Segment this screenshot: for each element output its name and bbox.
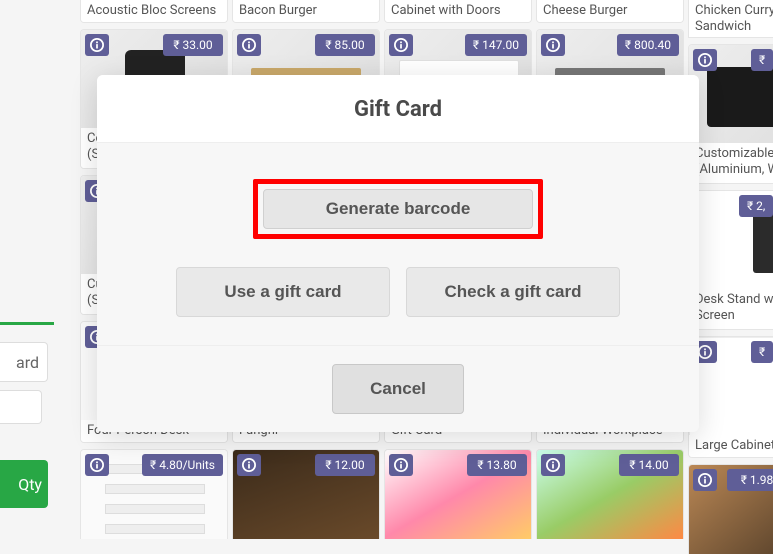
check-gift-card-button[interactable]: Check a gift card: [406, 267, 620, 317]
modal-button-row: Use a gift card Check a gift card: [137, 267, 659, 317]
modal-footer: Cancel: [97, 346, 699, 432]
gift-card-modal: Gift Card Generate barcode Use a gift ca…: [97, 75, 699, 432]
generate-barcode-button[interactable]: Generate barcode: [263, 189, 533, 229]
modal-header: Gift Card: [97, 75, 699, 143]
generate-barcode-highlight: Generate barcode: [253, 179, 543, 239]
use-gift-card-button[interactable]: Use a gift card: [176, 267, 390, 317]
modal-body: Generate barcode Use a gift card Check a…: [97, 143, 699, 346]
cancel-button[interactable]: Cancel: [332, 364, 464, 414]
modal-title: Gift Card: [97, 97, 699, 122]
